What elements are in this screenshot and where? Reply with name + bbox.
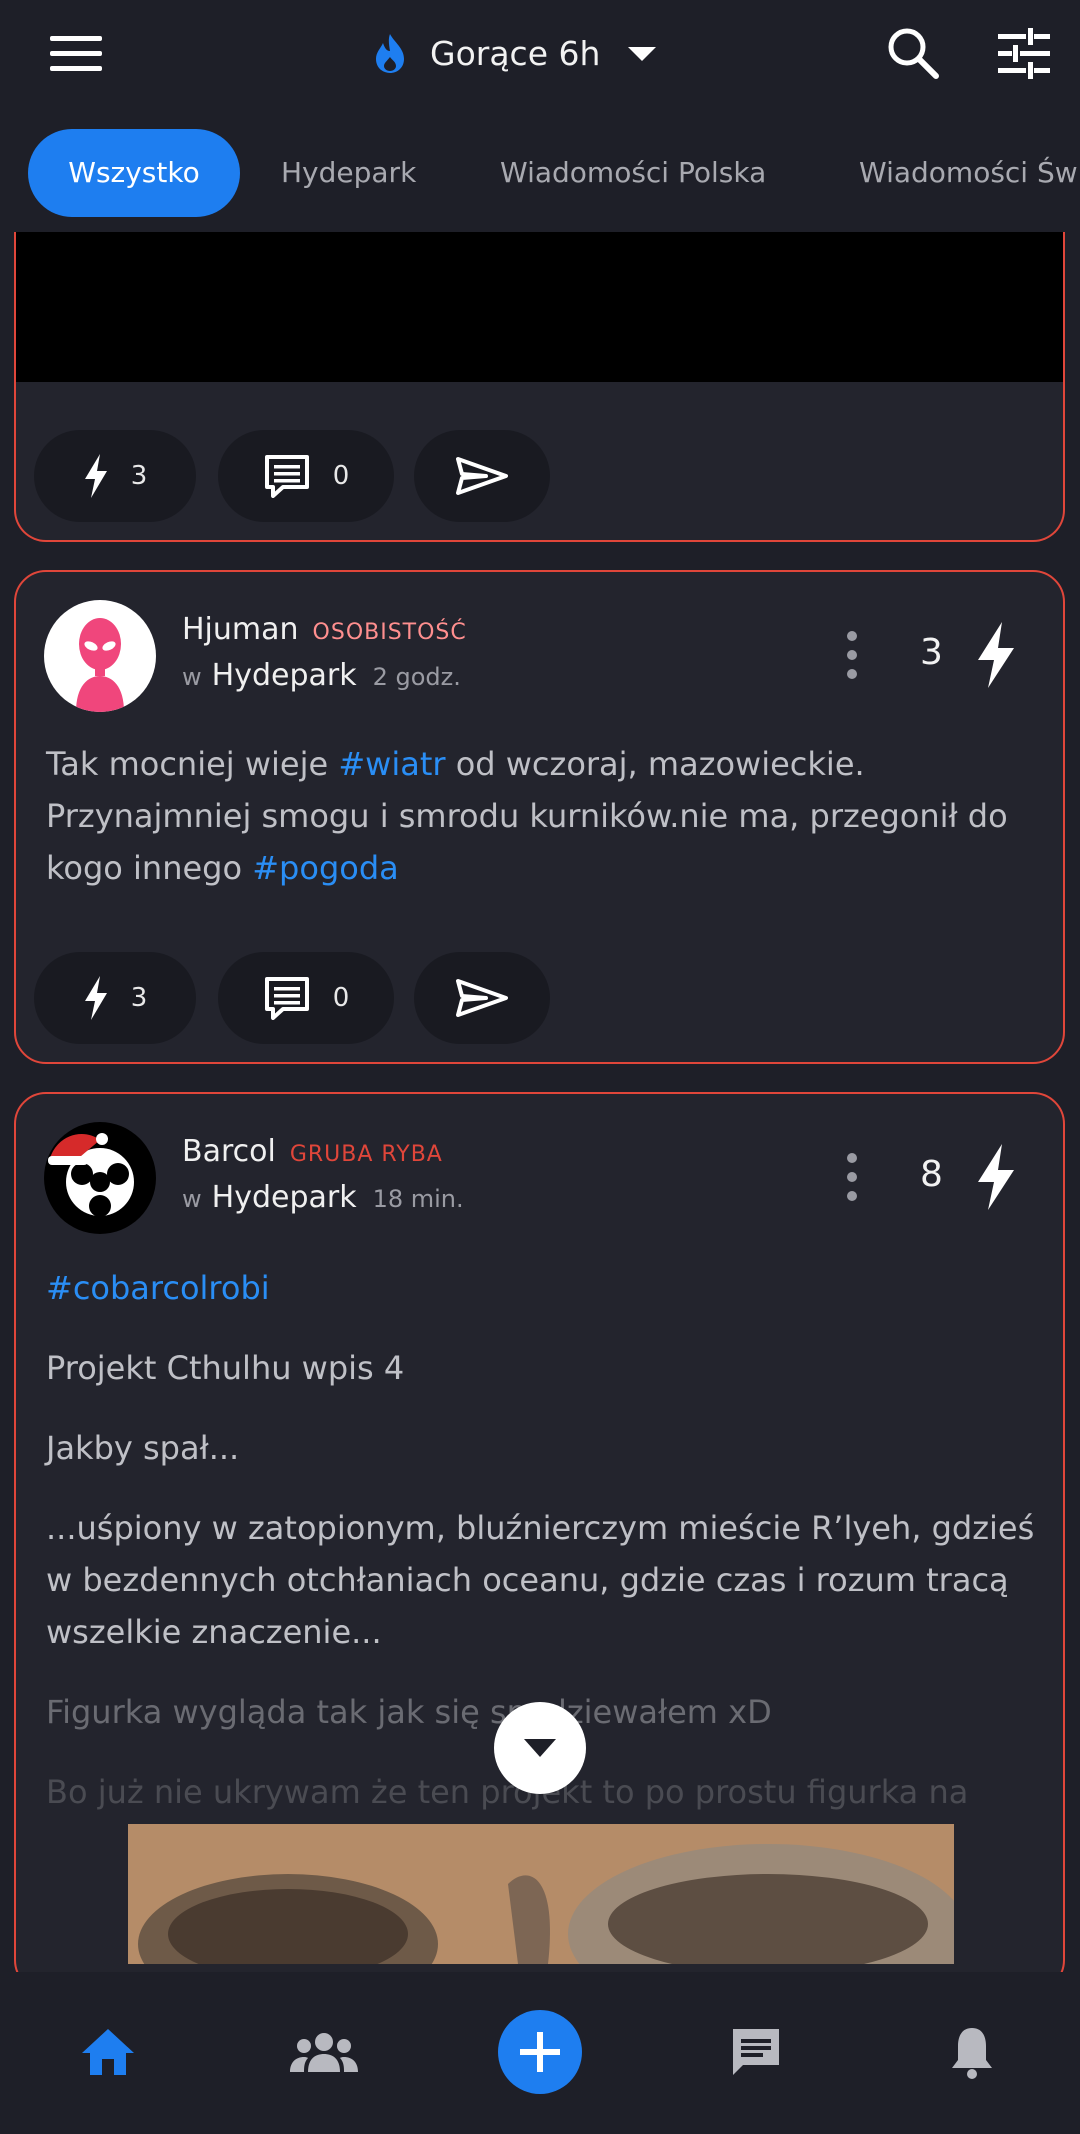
hashtag-text[interactable]: #cobarcolrobi bbox=[46, 1269, 270, 1307]
groups-icon bbox=[290, 2033, 358, 2072]
vote-button[interactable]: 3 bbox=[34, 952, 196, 1044]
menu-icon[interactable] bbox=[50, 34, 102, 74]
nav-notifications[interactable] bbox=[932, 2012, 1012, 2092]
author-name[interactable]: Hjuman bbox=[182, 612, 299, 647]
hashtag-link[interactable]: #pogoda bbox=[252, 849, 399, 887]
tab-wiadomosci-polska[interactable]: Wiadomości Polska bbox=[500, 129, 766, 217]
comment-count: 0 bbox=[332, 461, 350, 491]
sort-selector[interactable]: Gorące 6h bbox=[372, 20, 662, 86]
post-author: Barcol GRUBA RYBA bbox=[182, 1134, 443, 1169]
biohazard-avatar-icon bbox=[48, 1133, 134, 1217]
messages-icon bbox=[733, 2029, 779, 2075]
post-time: 2 godz. bbox=[372, 663, 461, 691]
post-text: Jakby spał... bbox=[46, 1429, 240, 1467]
post-meta: w Hydepark 2 godz. bbox=[182, 658, 461, 693]
post-meta: w Hydepark 18 min. bbox=[182, 1180, 464, 1215]
post-text: Projekt Cthulhu wpis 4 bbox=[46, 1349, 405, 1387]
home-icon bbox=[82, 2029, 134, 2075]
notifications-icon bbox=[952, 2028, 992, 2079]
sort-label: Gorące 6h bbox=[430, 33, 601, 73]
hashtag-link[interactable]: #wiatr bbox=[338, 745, 445, 783]
category-tabs: Wszystko Hydepark Wiadomości Polska Wiad… bbox=[0, 118, 1080, 228]
post-time: 18 min. bbox=[372, 1185, 464, 1213]
add-icon bbox=[520, 2032, 560, 2072]
bolt-icon bbox=[84, 454, 107, 498]
vote-count: 3 bbox=[130, 461, 148, 491]
post-text: ...uśpiony w zatopionym, bluźnierczym mi… bbox=[46, 1509, 1035, 1651]
comment-icon bbox=[264, 455, 309, 498]
bolt-icon bbox=[84, 976, 107, 1020]
nav-groups[interactable] bbox=[284, 2012, 364, 2092]
chevron-down-icon bbox=[524, 1739, 556, 1757]
tab-wszystko[interactable]: Wszystko bbox=[28, 129, 240, 217]
post-text: Tak mocniej wieje bbox=[46, 745, 339, 783]
avatar[interactable] bbox=[44, 600, 156, 712]
community-link[interactable]: Hydepark bbox=[212, 658, 357, 693]
community-link[interactable]: Hydepark bbox=[212, 1180, 357, 1215]
alien-avatar-icon bbox=[76, 618, 124, 712]
bolt-icon[interactable] bbox=[974, 622, 1018, 688]
post-score: 8 bbox=[920, 1154, 943, 1195]
top-app-bar: Gorące 6h bbox=[0, 0, 1080, 108]
bottom-navigation bbox=[0, 1972, 1080, 2134]
tab-wiadomosci-swiat[interactable]: Wiadomości Św bbox=[859, 129, 1078, 217]
send-icon bbox=[456, 457, 508, 495]
in-label: w bbox=[182, 1185, 202, 1213]
more-options-icon[interactable] bbox=[842, 630, 862, 680]
user-badge: OSOBISTOŚĆ bbox=[312, 620, 467, 645]
post-card: 3 0 bbox=[14, 232, 1065, 542]
author-name[interactable]: Barcol bbox=[182, 1134, 276, 1169]
send-icon bbox=[456, 979, 508, 1017]
avatar[interactable] bbox=[44, 1122, 156, 1234]
post-card: Hjuman OSOBISTOŚĆ w Hydepark 2 godz. 3 T… bbox=[14, 570, 1065, 1064]
bolt-icon[interactable] bbox=[974, 1144, 1018, 1210]
post-score: 3 bbox=[920, 632, 943, 673]
hashtag-link[interactable]: #cobarcolrobi bbox=[46, 1262, 1046, 1314]
flame-icon bbox=[376, 34, 404, 73]
vote-count: 3 bbox=[130, 983, 148, 1013]
post-image[interactable] bbox=[128, 1824, 954, 1964]
tab-hydepark[interactable]: Hydepark bbox=[281, 129, 416, 217]
dropdown-arrow-icon bbox=[628, 47, 657, 61]
more-options-icon[interactable] bbox=[842, 1152, 862, 1202]
in-label: w bbox=[182, 663, 202, 691]
post-card: Barcol GRUBA RYBA w Hydepark 18 min. 8 #… bbox=[14, 1092, 1065, 1992]
comment-button[interactable]: 0 bbox=[218, 952, 394, 1044]
clay-figure-photo bbox=[128, 1824, 954, 1964]
nav-messages[interactable] bbox=[716, 2012, 796, 2092]
nav-home[interactable] bbox=[68, 2012, 148, 2092]
comment-icon bbox=[264, 977, 309, 1020]
comment-button[interactable]: 0 bbox=[218, 430, 394, 522]
post-body: Tak mocniej wieje #wiatr od wczoraj, maz… bbox=[46, 738, 1046, 894]
add-post-button[interactable] bbox=[498, 2010, 582, 2094]
comment-count: 0 bbox=[332, 983, 350, 1013]
post-media[interactable] bbox=[16, 232, 1063, 382]
expand-post-button[interactable] bbox=[494, 1702, 586, 1794]
share-button[interactable] bbox=[414, 952, 550, 1044]
search-icon[interactable] bbox=[886, 26, 940, 80]
share-button[interactable] bbox=[414, 430, 550, 522]
vote-button[interactable]: 3 bbox=[34, 430, 196, 522]
post-author: Hjuman OSOBISTOŚĆ bbox=[182, 612, 467, 647]
filter-sliders-icon[interactable] bbox=[996, 26, 1052, 80]
user-badge: GRUBA RYBA bbox=[289, 1142, 443, 1167]
